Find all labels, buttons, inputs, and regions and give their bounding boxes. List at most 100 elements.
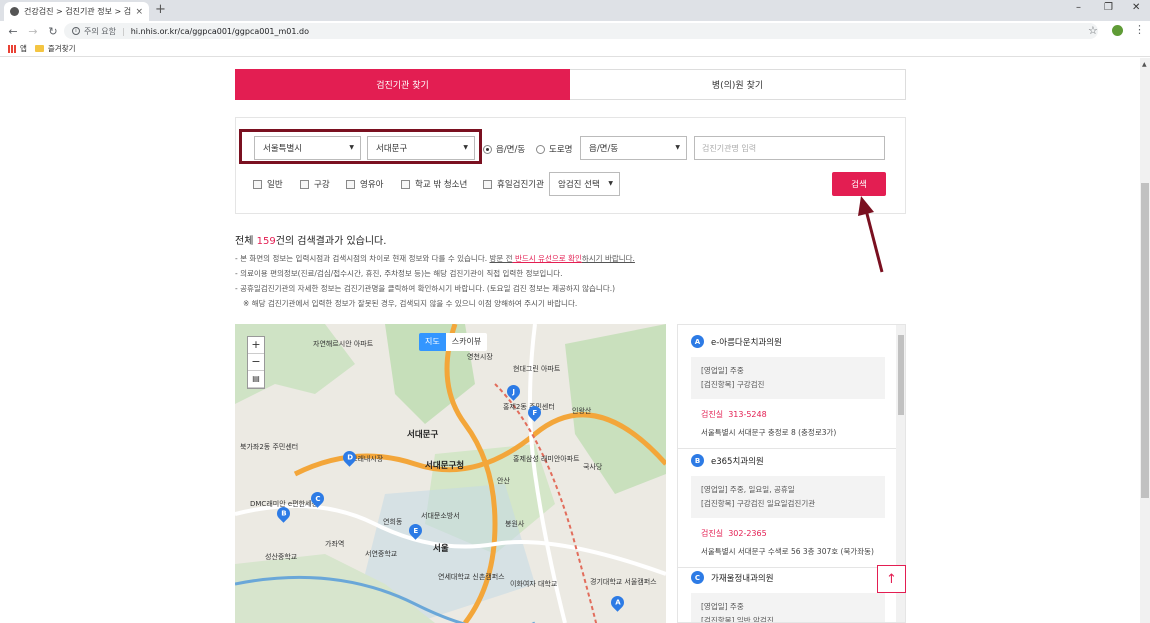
map-zoom-control: + − ▤ <box>247 336 265 389</box>
facility-address: 서울특별시 서대문구 수색로 56 3층 307호 (북가좌동) <box>701 547 874 556</box>
map-type-toggle: 지도 스카이뷰 <box>419 333 488 351</box>
facility-items: [검진항목] 구강검진 <box>701 380 765 389</box>
map-label: 영천시장 <box>467 353 493 361</box>
marker-letter: E <box>413 526 418 535</box>
marker-letter: B <box>280 509 287 518</box>
forward-icon[interactable]: → <box>26 25 40 38</box>
scroll-to-top-button[interactable]: ↑ <box>877 565 906 593</box>
browser-tab[interactable]: 건강검진 > 검진기관 정보 > 검 × <box>4 2 149 21</box>
marker-letter: A <box>614 598 621 607</box>
notice-1a: - 본 화면의 정보는 입력시점과 검색시점의 차이로 현재 정보와 다를 수 … <box>235 254 490 263</box>
phone-label: 검진실 <box>701 410 724 419</box>
zoom-in-button[interactable]: + <box>248 337 264 354</box>
list-item[interactable]: Ae-아름다운치과의원 [영업일] 주중 [검진항목] 구강검진 검진실 313… <box>678 335 896 449</box>
map-marker-e[interactable]: E <box>406 521 425 540</box>
marker-letter: C <box>314 494 321 503</box>
check-youth[interactable]: 학교 밖 청소년 <box>401 178 467 190</box>
zoom-out-button[interactable]: − <box>248 354 264 371</box>
map-label: 북가좌2동 주민센터 <box>240 443 299 451</box>
highlight-annotation-box <box>239 129 482 164</box>
map-label: 연희동 <box>383 518 403 526</box>
map-marker-c[interactable]: C <box>308 489 327 508</box>
list-item[interactable]: Be365치과의원 [영업일] 주중, 일요일, 공휴일 [검진항목] 구강검진… <box>678 454 896 568</box>
result-number: 159 <box>256 236 276 247</box>
facility-name[interactable]: 가재울정내과의원 <box>711 572 774 584</box>
address-bar-row: ← → ↻ i 주의 요함 | hi.nhis.or.kr/ca/ggpca00… <box>0 21 1150 41</box>
list-item[interactable]: C 가재울정내과의원 [영업일] 주중 [검진항목] 일반 암검진 <box>678 571 896 622</box>
checkbox[interactable] <box>300 179 309 189</box>
bookmark-star-icon[interactable]: ☆ <box>1088 24 1098 37</box>
facility-name[interactable]: e365치과의원 <box>711 455 764 467</box>
reload-icon[interactable]: ↻ <box>46 25 60 38</box>
minimize-button[interactable]: – <box>1076 2 1081 13</box>
map-marker-a[interactable]: A <box>608 593 627 612</box>
map-label: 국사당 <box>583 463 603 471</box>
map-label: 성산중학교 <box>265 553 298 561</box>
browser-tab-strip: 건강검진 > 검진기관 정보 > 검 × + – ❐ ✕ <box>0 0 1150 21</box>
check-oral[interactable]: 구강 <box>300 178 330 190</box>
map-marker-d[interactable]: D <box>340 448 359 467</box>
back-icon[interactable]: ← <box>6 25 20 38</box>
radio-dong[interactable]: 읍/면/동 <box>483 143 525 155</box>
divider <box>678 567 896 568</box>
marker-letter: D <box>346 453 353 462</box>
roadview-icon[interactable]: ▤ <box>248 371 264 388</box>
facility-name-input[interactable]: 검진기관명 입력 <box>694 136 885 160</box>
tab-checkup-facility[interactable]: 검진기관 찾기 <box>235 69 570 100</box>
map-view[interactable]: 자연해르시안 아파트 영천시장 서대문구청 서대문구 안산 봉원사 홍제2동 주… <box>235 324 666 623</box>
check-general[interactable]: 일반 <box>253 178 283 190</box>
checkbox[interactable] <box>253 179 262 189</box>
map-type-skyview-button[interactable]: 스카이뷰 <box>445 333 488 351</box>
checkbox[interactable] <box>346 179 355 189</box>
checkbox[interactable] <box>401 179 410 189</box>
phone-number: 302-2365 <box>728 529 767 538</box>
security-label: 주의 요함 <box>84 26 116 36</box>
facility-status: [영업일] 주중 <box>701 602 744 611</box>
map-label: 서연중학교 <box>365 550 398 558</box>
tab-hospital[interactable]: 병(의)원 찾기 <box>570 69 906 100</box>
radio-road-label: 도로명 <box>549 145 573 155</box>
map-marker-j[interactable]: J <box>504 382 523 401</box>
profile-avatar[interactable] <box>1112 25 1123 36</box>
map-label: 현대그린 아파트 <box>513 365 561 373</box>
notice-line-4: ※ 해당 검진기관에서 입력한 정보가 잘못된 경우, 검색되지 않을 수 있으… <box>243 299 578 308</box>
page-scrollbar[interactable]: ▲ <box>1140 58 1150 623</box>
map-marker-b[interactable]: B <box>274 504 293 523</box>
check-label: 영유아 <box>360 180 384 190</box>
result-count: 전체 159건의 검색결과가 있습니다. <box>235 232 386 247</box>
omnibox-separator: | <box>121 26 125 36</box>
radio-road[interactable]: 도로명 <box>536 143 572 155</box>
close-window-button[interactable]: ✕ <box>1132 2 1140 13</box>
map-label: 홍제삼성 래미안아파트 <box>513 455 580 463</box>
map-label: 서대문구 <box>407 430 439 440</box>
check-holiday[interactable]: 휴일검진기관 <box>483 178 544 190</box>
check-label: 구강 <box>314 180 330 190</box>
facility-status: [영업일] 주중, 일요일, 공휴일 <box>701 485 795 494</box>
scrollbar-thumb[interactable] <box>1141 183 1149 498</box>
check-label: 휴일검진기관 <box>497 180 544 190</box>
menu-kebab-icon[interactable]: ⋮ <box>1134 23 1145 36</box>
checkbox[interactable] <box>483 179 492 189</box>
bookmark-folder[interactable]: 즐겨찾기 <box>34 43 76 54</box>
check-infant[interactable]: 영유아 <box>346 178 383 190</box>
map-label: 안산 <box>497 477 510 485</box>
map-label: 자연해르시안 아파트 <box>313 340 374 348</box>
check-label: 일반 <box>267 180 283 190</box>
map-marker-f[interactable]: F <box>525 403 544 422</box>
facility-status: [영업일] 주중 <box>701 366 744 375</box>
facility-info: [영업일] 주중 [검진항목] 일반 암검진 <box>691 593 885 622</box>
dong-select[interactable]: 읍/면/동 ▼ <box>580 136 687 160</box>
info-icon[interactable]: i <box>72 27 80 35</box>
phone-number: 313-5248 <box>728 410 767 419</box>
scroll-up-icon[interactable]: ▲ <box>1142 61 1147 68</box>
tab-close-icon[interactable]: × <box>135 7 143 17</box>
new-tab-button[interactable]: + <box>155 2 166 18</box>
list-scrollbar-thumb[interactable] <box>898 335 904 415</box>
cancer-select[interactable]: 암검진 선택 ▼ <box>549 172 620 196</box>
list-badge: A <box>691 335 704 348</box>
facility-name[interactable]: e-아름다운치과의원 <box>711 336 782 348</box>
omnibox[interactable]: i 주의 요함 | hi.nhis.or.kr/ca/ggpca001/ggpc… <box>64 23 1098 39</box>
bookmark-apps[interactable]: 앱 <box>8 43 27 54</box>
restore-button[interactable]: ❐ <box>1104 2 1113 13</box>
map-type-map-button[interactable]: 지도 <box>419 333 446 351</box>
